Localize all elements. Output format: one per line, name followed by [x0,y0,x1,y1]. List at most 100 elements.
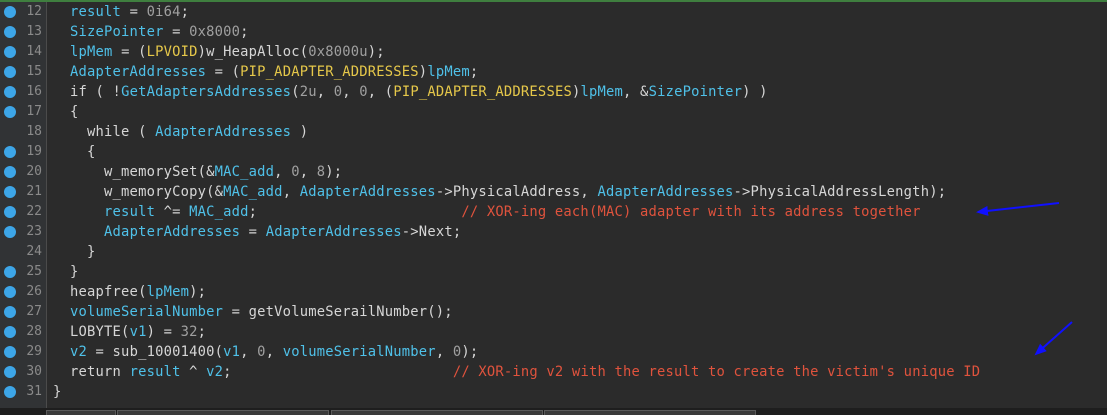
code-line[interactable]: LOBYTE(v1) = 32; [47,322,1107,342]
code-line[interactable]: AdapterAddresses = (PIP_ADAPTER_ADDRESSE… [47,62,1107,82]
code-number: 2u [299,84,317,100]
code-token: w_memoryCopy(& [53,184,224,200]
code-token: ( [291,84,300,100]
code-identifier[interactable]: volumeSerialNumber [70,304,223,320]
code-number: 0 [333,84,343,100]
code-identifier[interactable]: AdapterAddresses [104,224,240,240]
gutter-row: 31 [0,382,46,402]
tab-stub-4[interactable] [544,410,756,415]
code-identifier[interactable]: AdapterAddresses [266,224,402,240]
code-identifier[interactable]: lpMem [580,84,623,100]
breakpoint-dot-icon[interactable] [4,366,16,378]
code-line[interactable]: } [47,262,1107,282]
code-identifier[interactable]: v1 [223,344,240,360]
code-line[interactable]: AdapterAddresses = AdapterAddresses->Nex… [47,222,1107,242]
breakpoint-dot-icon[interactable] [4,106,16,118]
breakpoint-dot-icon[interactable] [4,266,16,278]
code-identifier[interactable]: GetAdaptersAddresses [121,84,291,100]
code-line[interactable]: result ^= MAC_add; // XOR-ing each(MAC) … [47,202,1107,222]
code-line[interactable]: { [47,102,1107,122]
code-line-text: AdapterAddresses = AdapterAddresses->Nex… [53,222,461,242]
code-line[interactable]: volumeSerialNumber = getVolumeSerailNumb… [47,302,1107,322]
code-token: ->PhysicalAddress, [435,184,598,200]
line-number: 24 [26,244,42,259]
breakpoint-dot-icon[interactable] [4,186,16,198]
breakpoint-dot-icon[interactable] [4,86,16,98]
breakpoint-dot-icon[interactable] [4,226,16,238]
gutter-row: 24 [0,242,46,262]
code-type: PIP_ADAPTER_ADDRESSES [240,64,419,80]
breakpoint-dot-icon[interactable] [4,286,16,298]
code-identifier[interactable]: lpMem [70,44,113,60]
code-identifier[interactable]: result [104,204,155,220]
tab-stub-3[interactable] [331,410,543,415]
code-identifier[interactable]: result [130,364,181,380]
code-identifier[interactable]: lpMem [147,284,190,300]
line-number: 16 [26,84,42,99]
code-line[interactable]: result = 0i64; [47,2,1107,22]
breakpoint-dot-icon[interactable] [4,206,16,218]
code-line-text: SizePointer = 0x8000; [53,22,249,42]
code-identifier[interactable]: v1 [130,324,147,340]
breakpoint-dot-icon[interactable] [4,146,16,158]
code-number: 0 [291,164,300,180]
code-line[interactable]: while ( AdapterAddresses ) [47,122,1107,142]
code-identifier[interactable]: MAC_add [223,184,283,200]
code-token: while ( [53,124,156,140]
code-line[interactable]: } [47,242,1107,262]
code-identifier[interactable]: lpMem [427,64,470,80]
breakpoint-dot-icon[interactable] [4,326,16,338]
code-token: ) = [146,324,181,340]
tab-stub-2[interactable] [117,410,329,415]
code-line-text: { [53,142,96,162]
breakpoint-dot-icon[interactable] [4,166,16,178]
pseudocode-view: 12 13 14 15 16 17 18 19 20 21 22 23 24 25 26 27 28 29 30 31… [0,0,1107,415]
code-number: 8 [316,164,326,180]
code-identifier[interactable]: result [70,4,121,20]
code-number: 0x8000 [189,24,241,40]
code-token: , [274,164,292,180]
breakpoint-dot-icon[interactable] [4,386,16,398]
code-identifier[interactable]: MAC_add [189,204,249,220]
code-line[interactable]: heapfree(lpMem); [47,282,1107,302]
code-line[interactable]: SizePointer = 0x8000; [47,22,1107,42]
code-identifier[interactable]: SizePointer [649,84,743,100]
breakpoint-dot-icon[interactable] [4,306,16,318]
code-token: , [299,164,317,180]
breakpoint-dot-icon[interactable] [4,66,16,78]
breakpoint-dot-icon[interactable] [4,346,16,358]
code-line[interactable]: { [47,142,1107,162]
code-identifier[interactable]: AdapterAddresses [70,64,206,80]
breakpoint-dot-icon[interactable] [4,46,16,58]
code-identifier[interactable]: MAC_add [215,164,275,180]
code-area[interactable]: result = 0i64; SizePointer = 0x8000; lpM… [47,2,1107,408]
code-line[interactable]: w_memorySet(&MAC_add, 0, 8); [47,162,1107,182]
code-token: )w_HeapAlloc( [197,44,309,60]
code-token: if ( ! [53,84,122,100]
gutter-row: 27 [0,302,46,322]
code-identifier[interactable]: v2 [206,364,223,380]
code-identifier[interactable]: AdapterAddresses [155,124,291,140]
code-token: { [53,144,96,160]
code-token: , ( [367,84,394,100]
code-identifier[interactable]: volumeSerialNumber [283,344,436,360]
code-identifier[interactable]: SizePointer [70,24,164,40]
tab-stub-1[interactable] [46,410,116,415]
code-identifier[interactable]: v2 [70,344,87,360]
line-number: 23 [26,224,42,239]
code-line[interactable]: w_memoryCopy(&MAC_add, AdapterAddresses-… [47,182,1107,202]
code-line[interactable]: v2 = sub_10001400(v1, 0, volumeSerialNum… [47,342,1107,362]
code-token: ) [291,124,309,140]
breakpoint-dot-icon[interactable] [4,6,16,18]
code-line-text: w_memoryCopy(&MAC_add, AdapterAddresses-… [53,182,946,202]
code-token: ->Next; [401,224,462,240]
code-line[interactable]: if ( !GetAdaptersAddresses(2u, 0, 0, (PI… [47,82,1107,102]
code-line[interactable]: } [47,382,1107,402]
code-line[interactable]: lpMem = (LPVOID)w_HeapAlloc(0x8000u); [47,42,1107,62]
breakpoint-dot-icon[interactable] [4,26,16,38]
code-identifier[interactable]: AdapterAddresses [597,184,733,200]
code-identifier[interactable]: AdapterAddresses [300,184,436,200]
code-line[interactable]: return result ^ v2; // XOR-ing v2 with t… [47,362,1107,382]
code-token: , [342,84,360,100]
code-token: = sub_10001400( [87,344,224,360]
